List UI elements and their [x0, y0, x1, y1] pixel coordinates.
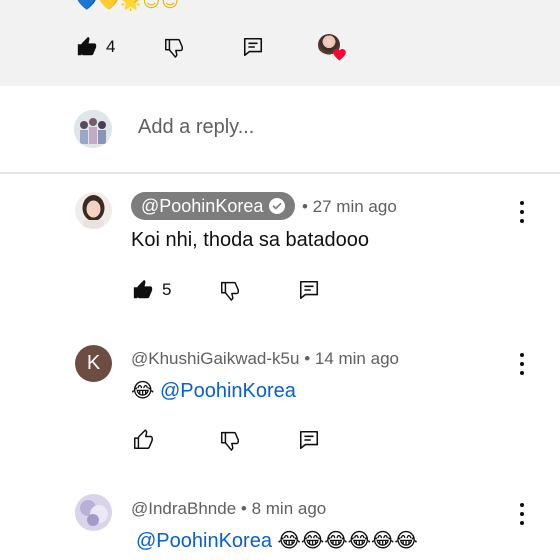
- reply-input[interactable]: Add a reply...: [138, 116, 254, 139]
- comment-time: • 27 min ago: [302, 197, 397, 216]
- avatar[interactable]: [75, 494, 112, 531]
- comment-icon: [299, 430, 319, 450]
- thumbs-up-icon: [77, 36, 97, 56]
- mention-link[interactable]: @PoohinKorea: [136, 530, 272, 552]
- thumbs-up-icon: [133, 279, 153, 299]
- parent-comment-area: 💙💛🌟😊😊 4: [0, 0, 560, 86]
- laughing-emojis: 😂😂😂😂😂😂: [277, 530, 418, 552]
- comment-text: 😂 @PoohinKorea: [131, 378, 296, 403]
- like-button[interactable]: [132, 429, 154, 451]
- user-avatar: [74, 110, 112, 148]
- more-vert-icon[interactable]: [519, 503, 525, 525]
- comment-handle-line: @KhushiGaikwad-k5u • 14 min ago: [131, 349, 399, 369]
- dislike-button[interactable]: [219, 279, 241, 301]
- thumbs-down-icon: [165, 38, 183, 58]
- divider: [0, 172, 560, 174]
- like-count: 5: [162, 280, 172, 299]
- laughing-emoji: 😂: [131, 380, 155, 402]
- comment-time: • 14 min ago: [304, 349, 399, 368]
- heart-icon: [333, 49, 346, 61]
- thumbs-up-icon: [134, 429, 153, 449]
- comment-handle[interactable]: @IndraBhnde: [131, 499, 236, 518]
- add-reply-row: Add a reply...: [0, 86, 560, 172]
- creator-heart-badge: [318, 34, 346, 62]
- verified-check-icon: [269, 198, 286, 214]
- like-count: 4: [106, 37, 116, 56]
- like-button[interactable]: 4: [76, 36, 115, 58]
- dislike-button[interactable]: [163, 36, 185, 58]
- comment-handle[interactable]: @KhushiGaikwad-k5u: [131, 349, 299, 368]
- thumbs-down-icon: [221, 431, 239, 451]
- thumbs-down-icon: [221, 281, 239, 301]
- reply-button[interactable]: [298, 429, 320, 451]
- mention-link[interactable]: @PoohinKorea: [160, 380, 296, 402]
- avatar-letter: K: [86, 352, 101, 374]
- comment-time: • 8 min ago: [240, 499, 327, 518]
- creator-handle-pill[interactable]: @PoohinKorea: [131, 192, 296, 220]
- comment-handle-line: @IndraBhnde • 8 min ago: [131, 499, 326, 519]
- reply-button[interactable]: [298, 279, 320, 301]
- parent-comment-emoji-tail: 💙💛🌟😊😊: [76, 0, 180, 11]
- comment-text: Koi nhi, thoda sa batadooo: [131, 229, 369, 251]
- dislike-button[interactable]: [219, 429, 241, 451]
- comment-icon: [299, 280, 319, 300]
- more-vert-icon[interactable]: [519, 353, 525, 375]
- comment-icon: [243, 37, 263, 57]
- comment-handle: @PoohinKorea: [141, 195, 264, 216]
- comment-text: @PoohinKorea 😂😂😂😂😂😂: [136, 528, 418, 553]
- creator-avatar: [318, 34, 346, 62]
- reply-button[interactable]: [242, 36, 264, 58]
- like-button[interactable]: 5: [132, 279, 171, 301]
- more-vert-icon[interactable]: [519, 201, 525, 223]
- avatar[interactable]: [75, 192, 112, 229]
- avatar[interactable]: K: [75, 345, 112, 382]
